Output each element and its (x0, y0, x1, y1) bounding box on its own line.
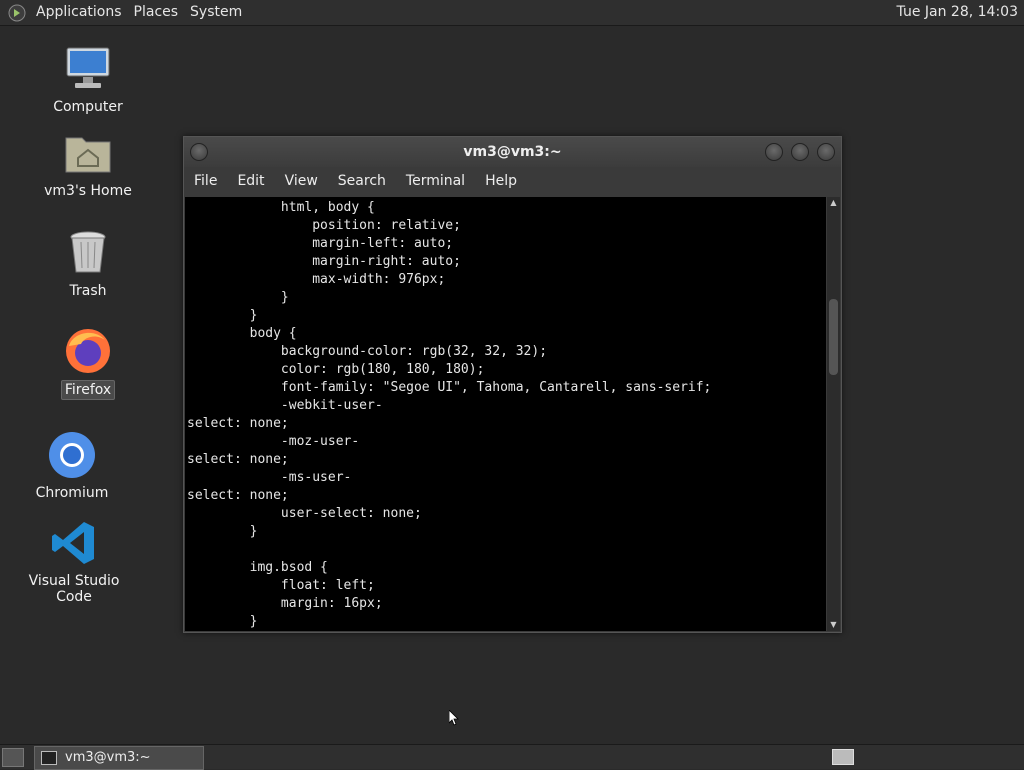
maximize-button[interactable] (791, 143, 809, 161)
desktop-icon-computer[interactable]: Computer (28, 44, 148, 116)
desktop-icon-trash[interactable]: Trash (28, 228, 148, 300)
menu-search[interactable]: Search (328, 173, 396, 189)
terminal-scrollbar[interactable]: ▲ ▼ (827, 197, 840, 631)
desktop-icon-label: Firefox (60, 380, 116, 400)
desktop-icon-vscode[interactable]: Visual Studio Code (14, 518, 134, 606)
desktop-icon-label: Chromium (35, 485, 109, 501)
scrollbar-thumb[interactable] (829, 299, 838, 375)
workspace-switcher[interactable] (832, 749, 854, 765)
computer-icon (66, 47, 110, 88)
terminal-icon (41, 751, 57, 765)
taskbar-item-label: vm3@vm3:~ (65, 750, 151, 765)
close-button[interactable] (817, 143, 835, 161)
menu-file[interactable]: File (184, 173, 227, 189)
chromium-icon (49, 432, 95, 478)
vscode-icon (52, 522, 94, 564)
window-menu-button[interactable] (190, 143, 208, 161)
trash-icon (70, 231, 106, 273)
scroll-down-icon[interactable]: ▼ (827, 619, 840, 631)
scroll-up-icon[interactable]: ▲ (827, 197, 840, 209)
desktop-icon-chromium[interactable]: Chromium (12, 430, 132, 502)
menu-view[interactable]: View (275, 173, 328, 189)
bottom-panel: vm3@vm3:~ (0, 744, 1024, 770)
menu-terminal[interactable]: Terminal (396, 173, 475, 189)
desktop-icon-home[interactable]: vm3's Home (28, 128, 148, 200)
menu-system[interactable]: System (184, 0, 248, 25)
top-panel: Applications Places System Tue Jan 28, 1… (0, 0, 1024, 26)
desktop-icon-label: Visual Studio Code (28, 573, 120, 605)
desktop-icon-label: Computer (53, 99, 123, 115)
window-title: vm3@vm3:~ (463, 144, 562, 160)
window-titlebar[interactable]: vm3@vm3:~ (184, 137, 841, 167)
taskbar-item-terminal[interactable]: vm3@vm3:~ (34, 746, 204, 770)
desktop-icon-label: Trash (69, 283, 107, 299)
home-folder-icon (65, 137, 111, 173)
minimize-button[interactable] (765, 143, 783, 161)
mouse-pointer-icon (449, 710, 459, 726)
clock[interactable]: Tue Jan 28, 14:03 (897, 0, 1018, 25)
menu-applications[interactable]: Applications (30, 0, 128, 25)
terminal-output[interactable]: html, body { position: relative; margin-… (185, 197, 826, 631)
desktop-icon-label: vm3's Home (44, 183, 132, 199)
firefox-icon (66, 329, 110, 373)
menu-places[interactable]: Places (128, 0, 185, 25)
desktop-icon-firefox[interactable]: Firefox (28, 326, 148, 400)
show-desktop-icon[interactable] (2, 748, 24, 767)
terminal-text[interactable]: html, body { position: relative; margin-… (185, 197, 826, 631)
terminal-window[interactable]: vm3@vm3:~ File Edit View Search Terminal… (183, 136, 842, 633)
distro-logo-icon[interactable] (8, 4, 26, 22)
menu-edit[interactable]: Edit (227, 173, 274, 189)
menu-help[interactable]: Help (475, 173, 527, 189)
terminal-menubar: File Edit View Search Terminal Help (184, 167, 841, 195)
